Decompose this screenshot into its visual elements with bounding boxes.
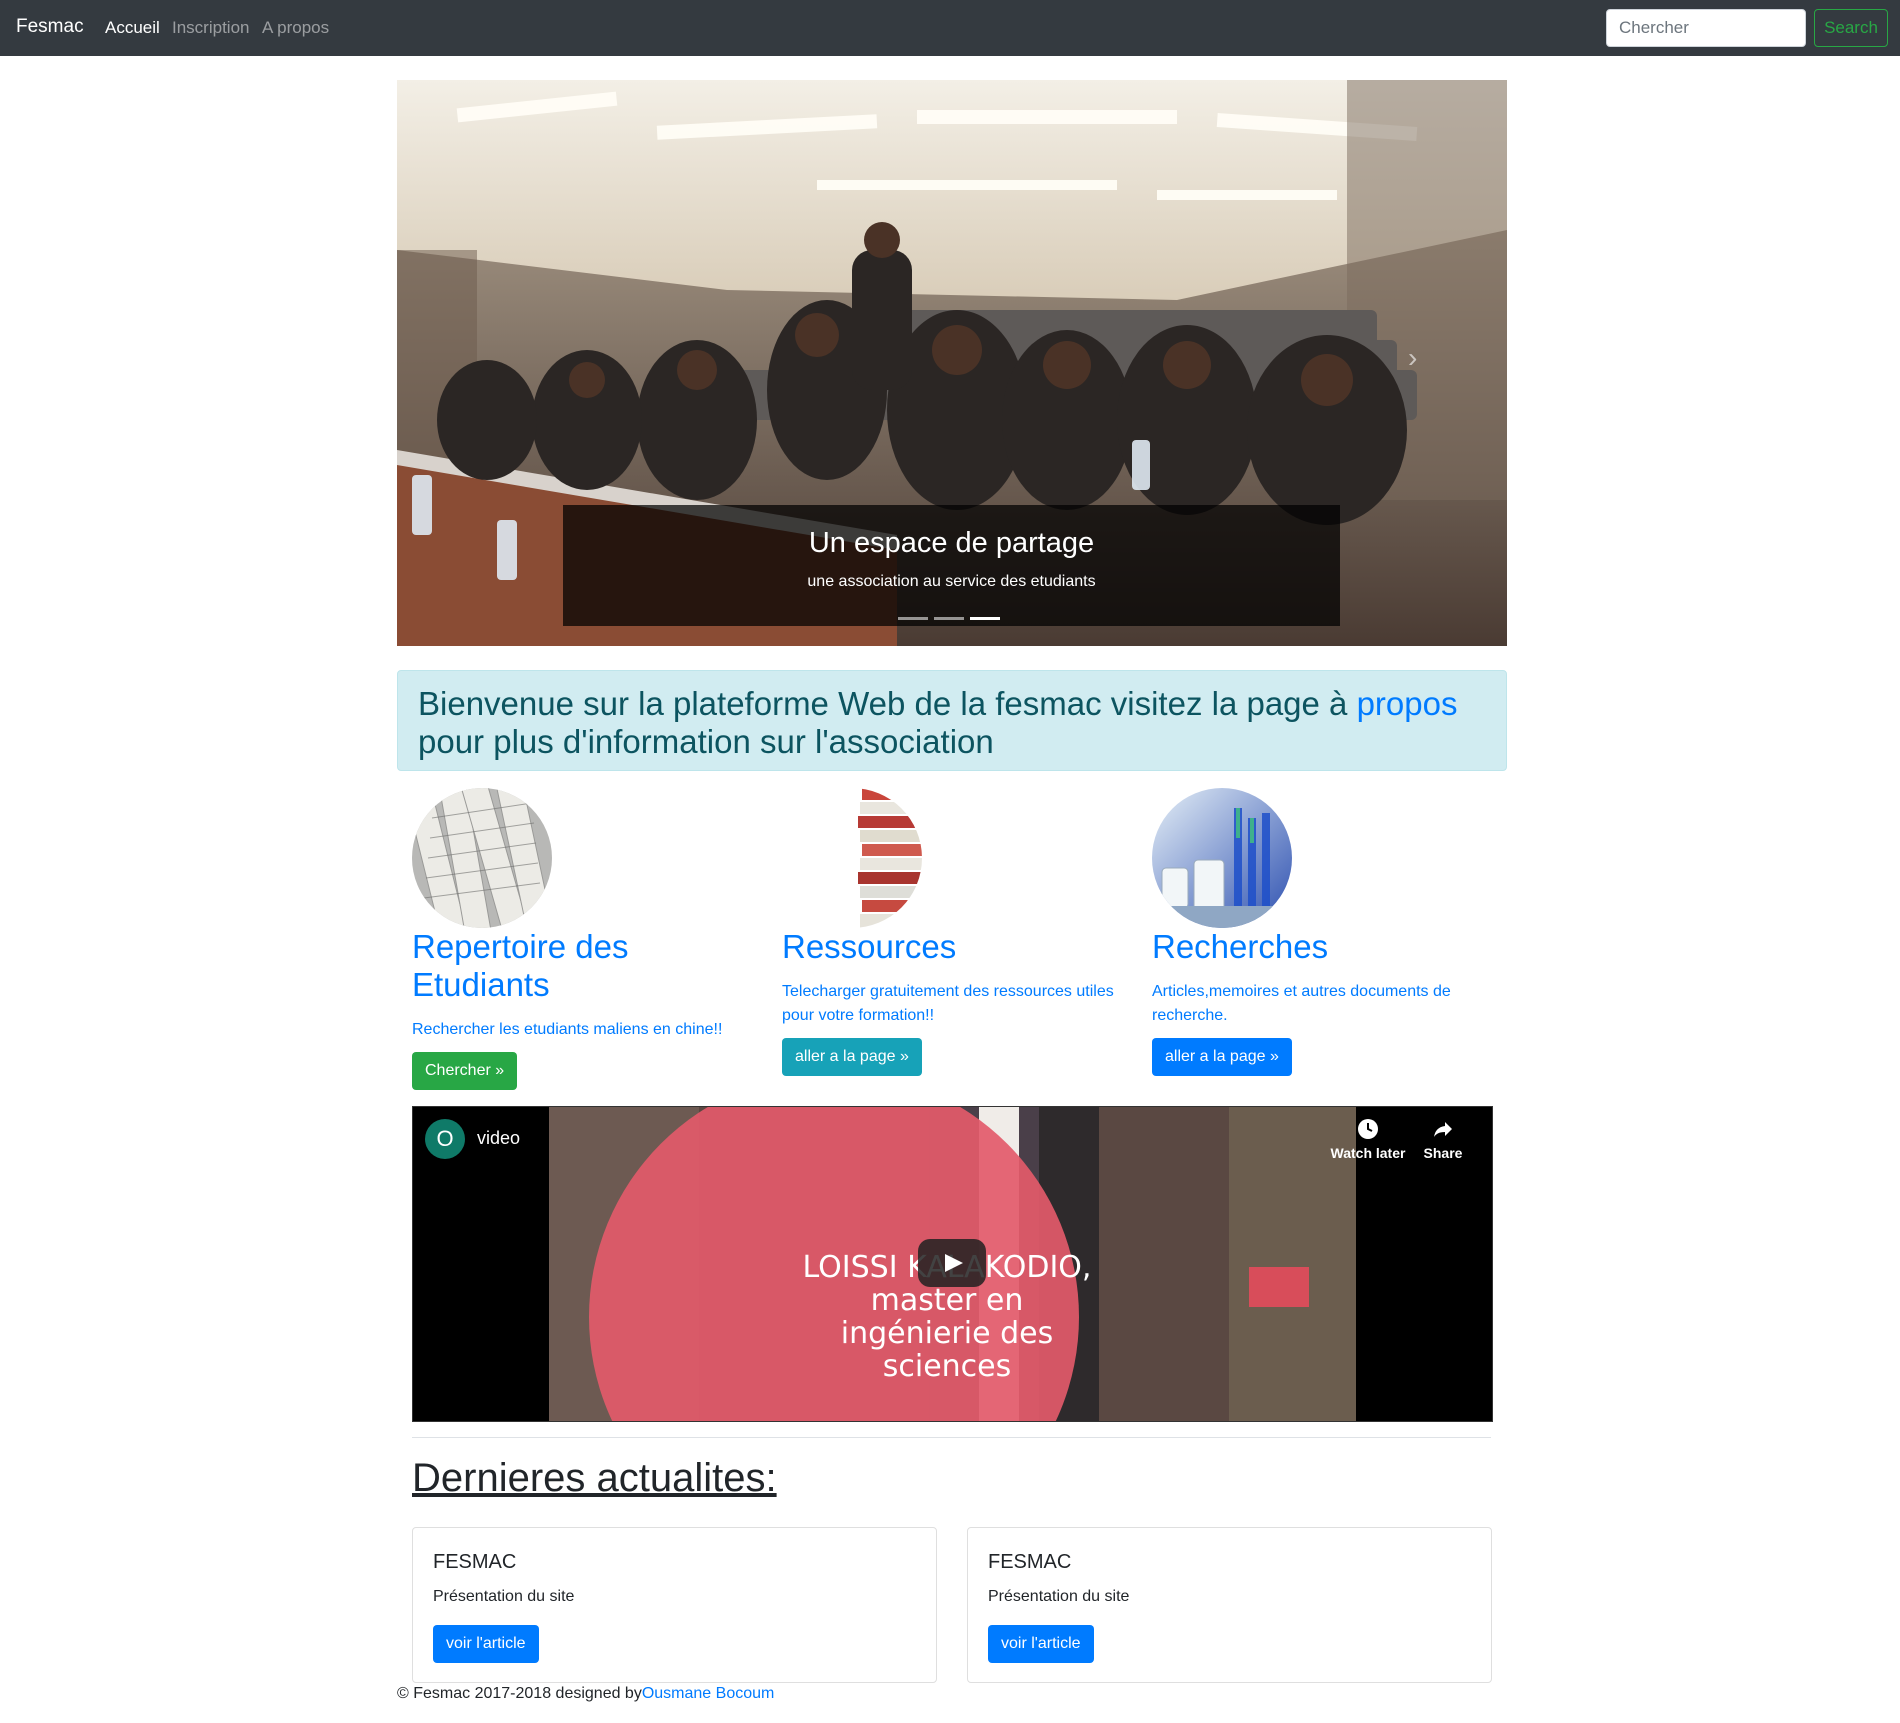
top-navbar: Fesmac Accueil Inscription A propos Sear…: [0, 0, 1900, 56]
carousel-caption-title: Un espace de partage: [808, 527, 1095, 559]
propos-link[interactable]: propos: [1357, 685, 1458, 722]
nav-link-accueil[interactable]: Accueil: [105, 18, 160, 38]
brand-link[interactable]: Fesmac: [16, 16, 84, 38]
recherches-text: Articles,memoires et autres documents de…: [1152, 983, 1451, 1024]
video-title[interactable]: video: [477, 1128, 520, 1149]
news-card-title: FESMAC: [988, 1551, 1072, 1573]
recherches-image: [1152, 788, 1292, 928]
nav-link-inscription[interactable]: Inscription: [172, 18, 249, 38]
carousel-indicators: [898, 617, 1000, 620]
carousel-caption: Un espace de partage une association au …: [563, 505, 1340, 626]
welcome-text-after: pour plus d'information sur l'associatio…: [418, 723, 994, 760]
channel-avatar[interactable]: O: [425, 1119, 465, 1159]
play-icon: [945, 1254, 963, 1272]
ressources-text: Telecharger gratuitement des ressources …: [782, 983, 1114, 1024]
recherches-title: Recherches: [1152, 928, 1329, 965]
carousel-indicator-1[interactable]: [898, 617, 928, 620]
hero-carousel: › Un espace de partage une association a…: [397, 80, 1507, 646]
footer-text: © Fesmac 2017-2018 designed by: [397, 1685, 642, 1702]
repertoire-image: [412, 788, 552, 928]
search-input[interactable]: [1606, 9, 1806, 47]
share-label: Share: [1423, 1145, 1463, 1161]
recherches-page-button[interactable]: aller a la page »: [1152, 1038, 1292, 1076]
section-divider: [412, 1437, 1491, 1438]
ressources-image: [782, 788, 922, 928]
watch-later-label: Watch later: [1330, 1145, 1406, 1161]
footer: © Fesmac 2017-2018 designed byOusmane Bo…: [397, 1685, 774, 1703]
voir-article-button[interactable]: voir l'article: [988, 1625, 1094, 1663]
play-button[interactable]: [918, 1239, 986, 1287]
news-card-text: Présentation du site: [988, 1588, 1130, 1605]
nav-link-a-propos[interactable]: A propos: [262, 18, 329, 38]
repertoire-title: Repertoire des Etudiants: [412, 928, 629, 1003]
share-control[interactable]: Share: [1403, 1117, 1483, 1161]
share-icon: [1403, 1117, 1483, 1145]
watch-later-control[interactable]: Watch later: [1328, 1117, 1408, 1161]
news-card: FESMAC Présentation du site voir l'artic…: [967, 1527, 1492, 1683]
carousel-next-icon[interactable]: ›: [1408, 342, 1438, 373]
welcome-alert-text: Bienvenue sur la plateforme Web de la fe…: [418, 685, 1488, 761]
ressources-page-button[interactable]: aller a la page »: [782, 1038, 922, 1076]
repertoire-text: Rechercher les etudiants maliens en chin…: [412, 1021, 723, 1038]
voir-article-button[interactable]: voir l'article: [433, 1625, 539, 1663]
news-card-text: Présentation du site: [433, 1588, 575, 1605]
ressources-title: Ressources: [782, 928, 957, 965]
clock-icon: [1328, 1117, 1408, 1145]
welcome-text-before: Bienvenue sur la plateforme Web de la fe…: [418, 685, 1357, 722]
carousel-indicator-3[interactable]: [970, 617, 1000, 620]
welcome-alert: Bienvenue sur la plateforme Web de la fe…: [397, 670, 1507, 771]
video-embed[interactable]: LOISSI KALAKODIO, master en ingénierie d…: [412, 1106, 1493, 1422]
chercher-button[interactable]: Chercher »: [412, 1052, 518, 1090]
carousel-indicator-2[interactable]: [934, 617, 964, 620]
news-card-title: FESMAC: [433, 1551, 517, 1573]
author-link[interactable]: Ousmane Bocoum: [642, 1685, 775, 1702]
search-button[interactable]: Search: [1814, 9, 1888, 47]
news-card: FESMAC Présentation du site voir l'artic…: [412, 1527, 937, 1683]
carousel-caption-subtitle: une association au service des etudiants: [807, 573, 1096, 590]
news-heading: Dernieres actualites:: [412, 1456, 777, 1500]
